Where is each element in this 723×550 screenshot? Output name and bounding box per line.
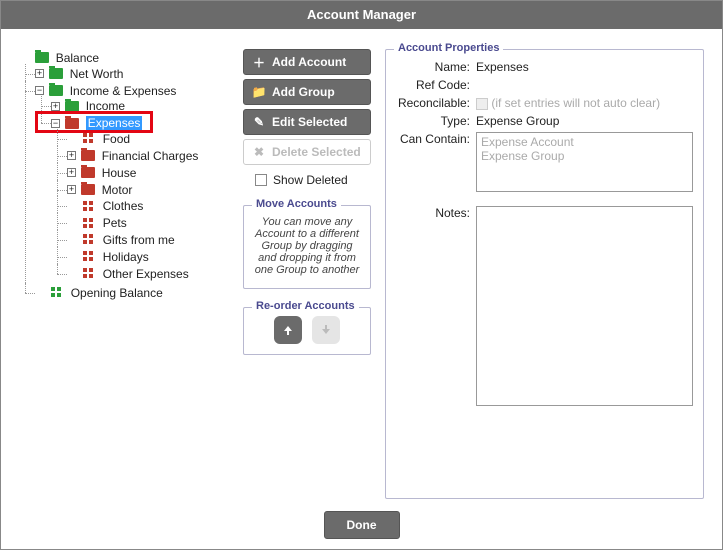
- tree-node-net-worth[interactable]: Net Worth: [70, 67, 124, 81]
- checkbox-label: Show Deleted: [273, 173, 348, 187]
- tree-node-income[interactable]: Income: [86, 99, 125, 113]
- tree-node-pets[interactable]: Pets: [103, 216, 127, 230]
- tree-node-food[interactable]: Food: [103, 132, 130, 146]
- actions-panel: ＋ Add Account 📁 Add Group ✎ Edit Selecte…: [243, 49, 371, 499]
- refcode-label: Ref Code:: [396, 78, 476, 92]
- tree-node-opening-balance[interactable]: Opening Balance: [71, 285, 163, 299]
- button-label: Add Group: [272, 85, 335, 99]
- tree-node-gifts[interactable]: Gifts from me: [103, 233, 175, 247]
- account-icon: [83, 268, 96, 279]
- tree-node-other-expenses[interactable]: Other Expenses: [103, 267, 189, 281]
- expand-icon[interactable]: +: [35, 69, 44, 78]
- pencil-icon: ✎: [252, 115, 266, 129]
- collapse-icon[interactable]: −: [51, 119, 60, 128]
- can-contain-item: Expense Group: [481, 149, 688, 163]
- tree-node-clothes[interactable]: Clothes: [103, 199, 144, 213]
- account-icon: [51, 287, 64, 298]
- button-label: Add Account: [272, 55, 346, 69]
- folder-icon: [49, 85, 63, 96]
- expand-icon[interactable]: +: [67, 168, 76, 177]
- checkbox-icon[interactable]: [255, 174, 267, 186]
- type-label: Type:: [396, 114, 476, 128]
- name-label: Name:: [396, 60, 476, 74]
- done-button[interactable]: Done: [324, 511, 400, 539]
- arrow-up-icon: [281, 323, 295, 337]
- add-group-button[interactable]: 📁 Add Group: [243, 79, 371, 105]
- folder-plus-icon: 📁: [252, 85, 266, 99]
- plus-icon: ＋: [252, 54, 266, 71]
- account-icon: [83, 234, 96, 245]
- tree-node-expenses[interactable]: Expenses: [86, 116, 143, 130]
- title-bar: Account Manager: [1, 1, 722, 29]
- window-title: Account Manager: [307, 7, 416, 22]
- group-legend: Re-order Accounts: [252, 300, 359, 312]
- folder-icon: [65, 118, 79, 129]
- notes-label: Notes:: [396, 206, 476, 220]
- account-icon: [83, 201, 96, 212]
- move-up-button[interactable]: [274, 316, 302, 344]
- can-contain-item: Expense Account: [481, 135, 688, 149]
- folder-icon: [81, 184, 95, 195]
- group-legend: Move Accounts: [252, 198, 341, 210]
- move-accounts-group: Move Accounts You can move any Account t…: [243, 205, 371, 289]
- reorder-accounts-group: Re-order Accounts: [243, 307, 371, 355]
- edit-selected-button[interactable]: ✎ Edit Selected: [243, 109, 371, 135]
- show-deleted-checkbox[interactable]: Show Deleted: [243, 173, 371, 187]
- type-value: Expense Group: [476, 114, 693, 128]
- reconcilable-label: Reconcilable:: [396, 96, 476, 110]
- arrow-down-icon: [319, 323, 333, 337]
- expand-icon[interactable]: +: [51, 102, 60, 111]
- tree-node-motor[interactable]: Motor: [102, 182, 133, 196]
- folder-icon: [81, 150, 95, 161]
- button-label: Done: [347, 518, 377, 532]
- tree-node-holidays[interactable]: Holidays: [103, 250, 149, 264]
- can-contain-list: Expense Account Expense Group: [476, 132, 693, 192]
- expand-icon[interactable]: +: [67, 185, 76, 194]
- folder-icon: [81, 167, 95, 178]
- expand-icon[interactable]: +: [67, 151, 76, 160]
- move-down-button: [312, 316, 340, 344]
- reconcilable-checkbox: [476, 98, 488, 110]
- notes-box: [476, 206, 693, 406]
- folder-icon: [65, 101, 79, 112]
- button-label: Edit Selected: [272, 115, 347, 129]
- tree-node-house[interactable]: House: [102, 166, 137, 180]
- panel-legend: Account Properties: [394, 42, 503, 54]
- reconcilable-hint: (if set entries will not auto clear): [491, 96, 660, 110]
- move-help-text: You can move any Account to a different …: [252, 216, 362, 276]
- account-properties-panel: Account Properties Name: Expenses Ref Co…: [385, 49, 704, 499]
- folder-icon: [35, 52, 49, 63]
- can-contain-label: Can Contain:: [396, 132, 476, 146]
- main-content: Balance + Net Worth − Income & Expenses: [1, 29, 722, 507]
- account-icon: [83, 218, 96, 229]
- account-tree[interactable]: Balance + Net Worth − Income & Expenses: [19, 49, 229, 499]
- tree-node-financial-charges[interactable]: Financial Charges: [102, 149, 199, 163]
- account-icon: [83, 133, 96, 144]
- folder-icon: [49, 68, 63, 79]
- tree-node-balance[interactable]: Balance: [56, 51, 99, 65]
- footer: Done: [1, 507, 722, 549]
- tree-node-income-expenses[interactable]: Income & Expenses: [70, 83, 177, 97]
- delete-icon: ✖: [252, 145, 266, 159]
- collapse-icon[interactable]: −: [35, 86, 44, 95]
- add-account-button[interactable]: ＋ Add Account: [243, 49, 371, 75]
- name-value: Expenses: [476, 60, 693, 74]
- delete-selected-button: ✖ Delete Selected: [243, 139, 371, 165]
- button-label: Delete Selected: [272, 145, 361, 159]
- account-icon: [83, 251, 96, 262]
